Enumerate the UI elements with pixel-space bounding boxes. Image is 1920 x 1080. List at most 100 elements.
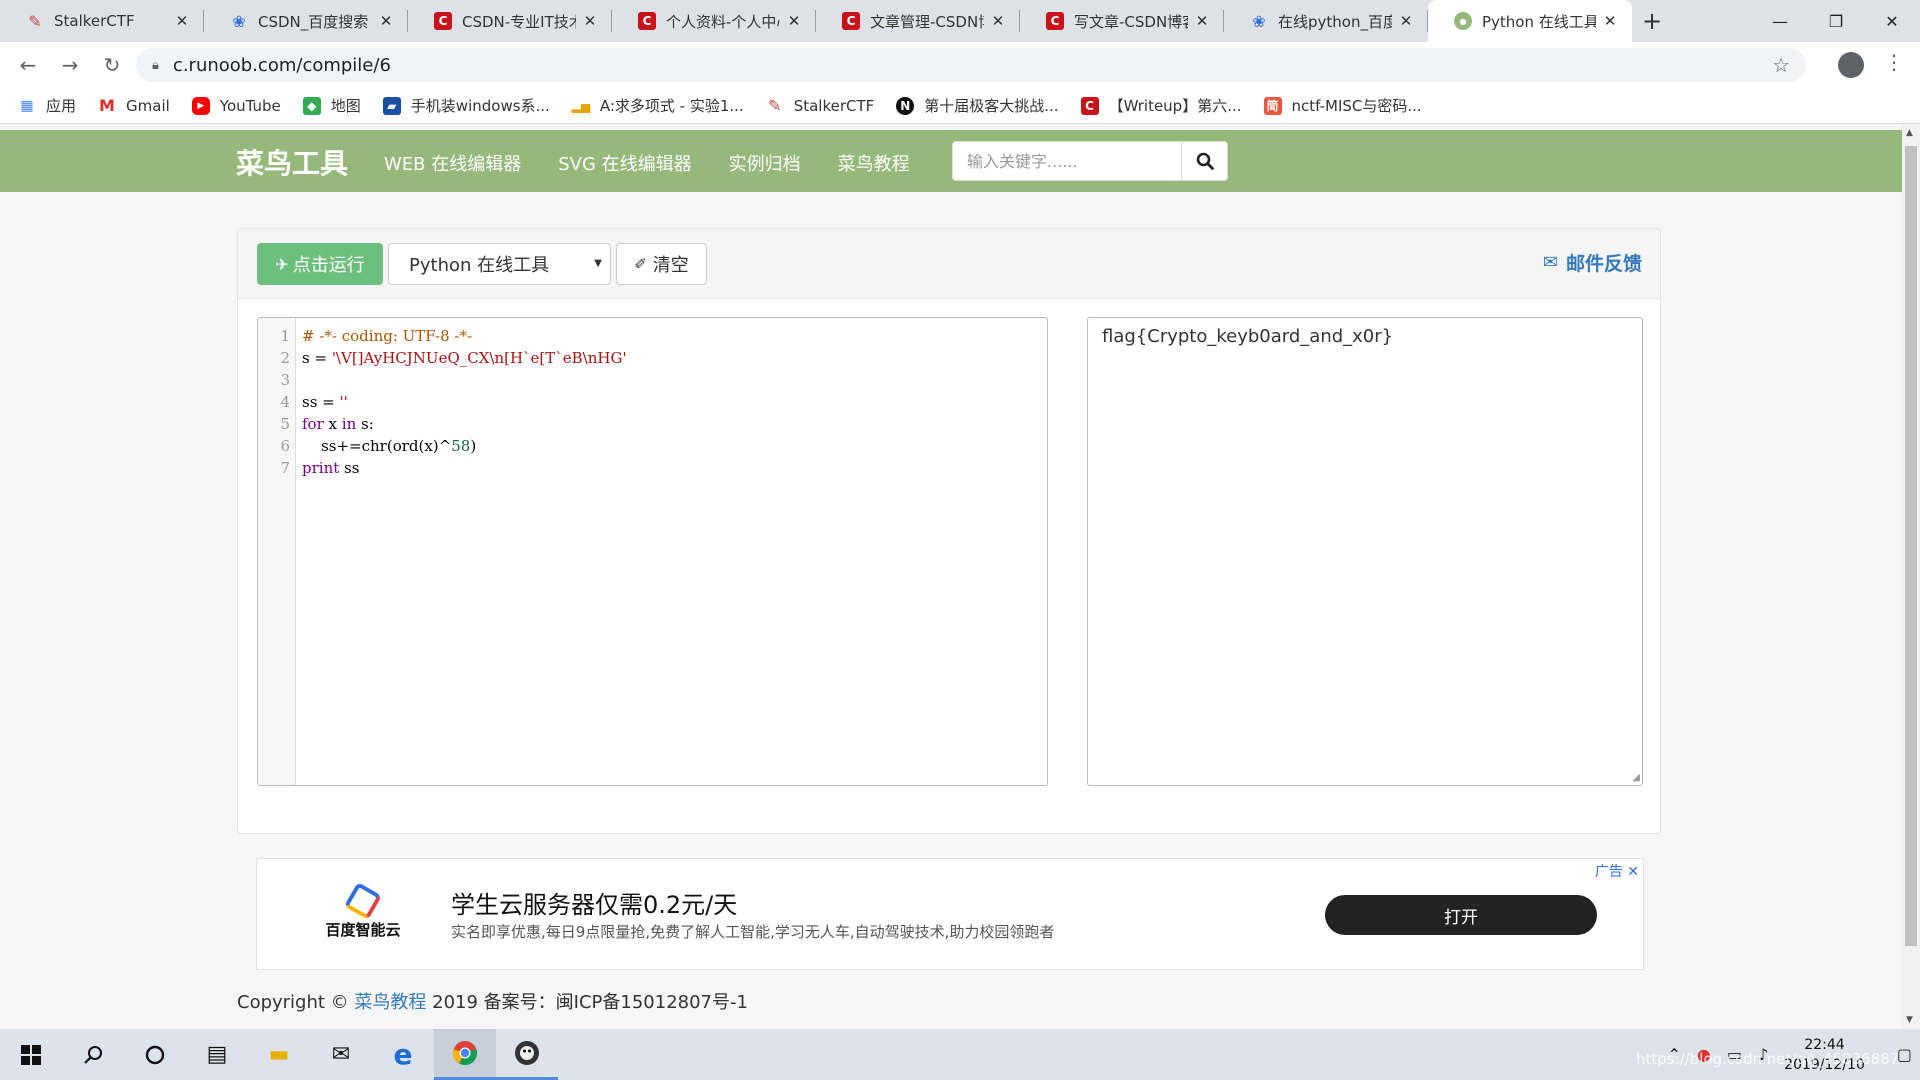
tab-close-icon[interactable]: ✕ xyxy=(1398,12,1414,30)
clear-button[interactable]: ✐ 清空 xyxy=(616,243,707,285)
ad-tag[interactable]: 广告 ✕ xyxy=(1595,861,1639,881)
nav-svg-editor[interactable]: SVG 在线编辑器 xyxy=(558,150,691,176)
chrome-icon[interactable] xyxy=(434,1029,496,1080)
search-input[interactable] xyxy=(953,142,1181,180)
windows-start-icon[interactable] xyxy=(0,1029,62,1080)
address-url[interactable]: c.runoob.com/compile/6 xyxy=(173,55,1772,76)
tab-close-icon[interactable]: ✕ xyxy=(174,12,190,30)
tab-title: 文章管理-CSDN博 xyxy=(870,12,984,31)
forward-icon[interactable]: → xyxy=(50,45,90,85)
tab-title: CSDN_百度搜索 xyxy=(258,12,369,31)
ad-logo: 百度智能云 xyxy=(323,881,403,940)
site-navbar: 菜鸟工具 WEB 在线编辑器 SVG 在线编辑器 实例归档 菜鸟教程 xyxy=(0,130,1902,192)
bookmark-item[interactable]: ✎ StalkerCTF xyxy=(766,96,874,115)
language-select[interactable]: Python 在线工具 ▼ xyxy=(388,243,611,285)
task-view-icon[interactable]: ▤ xyxy=(186,1029,248,1080)
nav-tutorial[interactable]: 菜鸟教程 xyxy=(838,150,910,176)
search-icon xyxy=(1196,152,1214,170)
tab-close-icon[interactable]: ✕ xyxy=(786,12,802,30)
nav-web-editor[interactable]: WEB 在线编辑器 xyxy=(384,150,521,176)
envelope-icon: ✉ xyxy=(1542,252,1558,273)
edge-icon[interactable]: e xyxy=(372,1029,434,1080)
address-bar[interactable]: 🔒︎ c.runoob.com/compile/6 ☆ xyxy=(136,48,1806,82)
tab-close-icon[interactable]: ✕ xyxy=(1194,12,1210,30)
search-icon[interactable] xyxy=(62,1029,124,1080)
csdn-icon: C xyxy=(1046,12,1064,30)
code-line[interactable]: s = '\V[]AyHCJNUeQ_CX\n[H`e[T`eB\nHG' xyxy=(302,347,1047,369)
code-editor[interactable]: 1 2 3 4 5 6 7 # -*- coding: UTF-8 -*- s = '\V[… xyxy=(257,317,1048,786)
close-icon: ✕ xyxy=(1627,864,1639,880)
browser-tab[interactable]: ✎ StalkerCTF ✕ xyxy=(0,0,204,42)
file-explorer-icon[interactable]: ▬ xyxy=(248,1029,310,1080)
browser-tab[interactable]: C 文章管理-CSDN博 ✕ xyxy=(816,0,1020,42)
code-line[interactable]: print ss xyxy=(302,457,1047,479)
output-area[interactable]: flag{Crypto_keyb0ard_and_x0r} ◢ xyxy=(1087,317,1643,786)
bookmark-item[interactable]: ▶ YouTube xyxy=(191,96,281,115)
code-line[interactable]: # -*- coding: UTF-8 -*- xyxy=(302,325,1047,347)
lock-icon[interactable]: 🔒︎ xyxy=(152,58,159,73)
reload-icon[interactable]: ↻ xyxy=(92,45,132,85)
scroll-thumb[interactable] xyxy=(1905,146,1917,946)
new-tab-button[interactable]: + xyxy=(1632,0,1672,42)
browser-toolbar: ← → ↻ 🔒︎ c.runoob.com/compile/6 ☆ ⋮ xyxy=(0,42,1920,88)
resize-handle-icon[interactable]: ◢ xyxy=(1632,772,1640,783)
eraser-icon: ✐ xyxy=(634,255,647,273)
page-scrollbar[interactable]: ▲ ▼ xyxy=(1902,124,1920,1029)
browser-tab[interactable]: ❀ CSDN_百度搜索 ✕ xyxy=(204,0,408,42)
search-button[interactable] xyxy=(1181,142,1227,180)
browser-tab-active[interactable]: ● Python 在线工具 ✕ xyxy=(1428,0,1632,42)
tab-title: 在线python_百度 xyxy=(1278,12,1392,31)
email-feedback-link[interactable]: ✉ 邮件反馈 xyxy=(1543,249,1642,276)
ad-banner[interactable]: 广告 ✕ 百度智能云 学生云服务器仅需0.2元/天 实名即享优惠,每日9点限量抢… xyxy=(256,858,1644,970)
code-line[interactable]: for x in s: xyxy=(302,413,1047,435)
ad-open-button[interactable]: 打开 xyxy=(1325,895,1597,935)
tab-title: 写文章-CSDN博客 xyxy=(1074,12,1188,31)
browser-menu-icon[interactable]: ⋮ xyxy=(1884,50,1904,74)
site-search xyxy=(952,141,1228,181)
bookmark-star-icon[interactable]: ☆ xyxy=(1772,53,1790,77)
bookmark-item[interactable]: ▂▅ A:求多项式 - 实验1... xyxy=(572,95,744,116)
site-nav-links: WEB 在线编辑器 SVG 在线编辑器 实例归档 菜鸟教程 xyxy=(384,150,947,176)
browser-tab[interactable]: C 个人资料-个人中心 ✕ xyxy=(612,0,816,42)
runoob-icon: ● xyxy=(1454,12,1472,30)
csdn-icon: C xyxy=(842,12,860,30)
bookmark-item[interactable]: ◆ 地图 xyxy=(302,95,361,116)
compiler-panel: ✈ 点击运行 Python 在线工具 ▼ ✐ 清空 ✉ 邮件反馈 1 2 3 4 5 6 7 xyxy=(237,228,1661,834)
browser-tab[interactable]: C CSDN-专业IT技术 ✕ xyxy=(408,0,612,42)
profile-avatar-icon[interactable] xyxy=(1838,52,1864,78)
mail-icon[interactable]: ✉ xyxy=(310,1029,372,1080)
tab-title: CSDN-专业IT技术 xyxy=(462,12,576,31)
scroll-up-icon[interactable]: ▲ xyxy=(1906,128,1913,138)
code-area[interactable]: # -*- coding: UTF-8 -*- s = '\V[]AyHCJNU… xyxy=(302,318,1047,479)
code-line[interactable]: ss+=chr(ord(x)^58) xyxy=(302,435,1047,457)
browser-tab[interactable]: C 写文章-CSDN博客 ✕ xyxy=(1020,0,1224,42)
bookmark-item[interactable]: C 【Writeup】第六... xyxy=(1080,95,1242,116)
bookmark-item[interactable]: M Gmail xyxy=(98,96,170,115)
penguin-app-icon[interactable] xyxy=(496,1029,558,1080)
minimize-icon[interactable]: — xyxy=(1752,0,1808,42)
bookmark-item[interactable]: 简 nctf-MISC与密码... xyxy=(1263,95,1422,116)
gmail-icon: M xyxy=(99,96,115,115)
bookmark-label: YouTube xyxy=(219,96,281,115)
tab-close-icon[interactable]: ✕ xyxy=(378,12,394,30)
ad-headline: 学生云服务器仅需0.2元/天 xyxy=(451,891,738,919)
bookmark-item[interactable]: N 第十届极客大挑战... xyxy=(896,95,1059,116)
site-brand[interactable]: 菜鸟工具 xyxy=(236,142,348,182)
bookmark-item[interactable]: ▦ 应用 xyxy=(18,95,76,116)
restore-icon[interactable]: ❐ xyxy=(1808,0,1864,42)
cortana-icon[interactable] xyxy=(124,1029,186,1080)
tab-close-icon[interactable]: ✕ xyxy=(1602,12,1618,30)
code-line[interactable] xyxy=(302,369,1047,391)
browser-tab[interactable]: ❀ 在线python_百度 ✕ xyxy=(1224,0,1428,42)
close-window-icon[interactable]: ✕ xyxy=(1864,0,1920,42)
footer-link[interactable]: 菜鸟教程 xyxy=(354,992,426,1013)
tab-close-icon[interactable]: ✕ xyxy=(582,12,598,30)
code-line[interactable]: ss = '' xyxy=(302,391,1047,413)
tab-close-icon[interactable]: ✕ xyxy=(990,12,1006,30)
bookmark-label: 【Writeup】第六... xyxy=(1108,97,1242,115)
nav-examples[interactable]: 实例归档 xyxy=(729,150,801,176)
scroll-down-icon[interactable]: ▼ xyxy=(1906,1015,1913,1025)
bookmark-item[interactable]: ▰ 手机装windows系... xyxy=(382,95,550,116)
back-icon[interactable]: ← xyxy=(8,45,48,85)
run-button[interactable]: ✈ 点击运行 xyxy=(257,243,383,285)
